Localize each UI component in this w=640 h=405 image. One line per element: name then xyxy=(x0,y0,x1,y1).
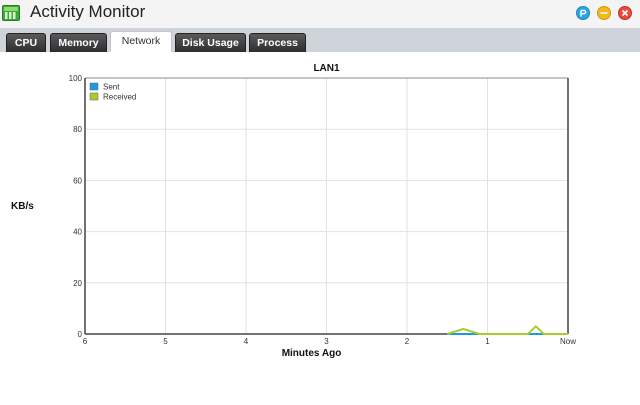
network-chart-svg: 0204060801006 5 4 3 2 1 NowSentReceivedLAN1Min… xyxy=(11,63,576,359)
tab-cpu[interactable]: CPU xyxy=(6,33,46,52)
y-tick-label: 40 xyxy=(73,228,82,237)
legend-swatch-sent xyxy=(89,82,99,91)
network-chart: 0 20 40 60 80 100 6 5 4 3 2 1 Now Sent Received LAN1 Min… xyxy=(0,52,640,405)
legend-swatch-received xyxy=(89,92,99,101)
chart-title: LAN1 xyxy=(313,63,340,74)
x-tick-label: 5 xyxy=(163,337,168,346)
x-tick-label: 4 xyxy=(244,337,249,346)
legend-label-received: Received xyxy=(103,93,136,102)
tab-network[interactable]: Network xyxy=(110,31,172,52)
activity-monitor-window: Activity Monitor CPU Memory Network Disk… xyxy=(0,0,640,405)
y-tick-label: 100 xyxy=(69,74,83,83)
y-axis-label: KB/s xyxy=(11,201,34,212)
y-tick-label: 20 xyxy=(73,279,82,288)
title-bar: Activity Monitor xyxy=(0,0,640,28)
minimize-icon[interactable] xyxy=(597,6,611,20)
x-tick-label: Now xyxy=(560,337,576,346)
activity-monitor-icon xyxy=(2,4,20,22)
x-axis-label: Minutes Ago xyxy=(282,348,342,359)
y-tick-label: 60 xyxy=(73,176,82,185)
tab-memory[interactable]: Memory xyxy=(50,33,107,52)
legend-label-sent: Sent xyxy=(103,83,120,92)
x-tick-label: 1 xyxy=(485,337,490,346)
x-tick-label: 2 xyxy=(405,337,410,346)
app-title: Activity Monitor xyxy=(30,2,146,21)
y-tick-label: 80 xyxy=(73,125,82,134)
help-icon[interactable] xyxy=(576,6,590,20)
tab-disk-usage[interactable]: Disk Usage xyxy=(175,33,246,52)
x-tick-label: 3 xyxy=(324,337,329,346)
tab-process[interactable]: Process xyxy=(249,33,306,52)
close-icon[interactable] xyxy=(618,6,632,20)
x-tick-label: 6 xyxy=(83,337,88,346)
tab-bar: CPU Memory Network Disk Usage Process xyxy=(0,28,640,52)
